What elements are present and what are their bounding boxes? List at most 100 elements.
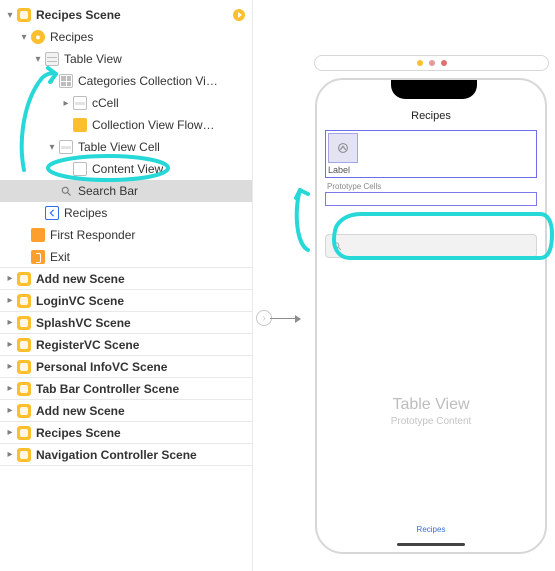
scene-icon [16,293,32,309]
exit-icon [30,249,46,265]
scene-icon [16,447,32,463]
scene-header-recipes[interactable]: ▾ Recipes Scene [0,4,252,26]
scene-icon [16,271,32,287]
goto-icon[interactable] [232,8,246,22]
scene-title: SplashVC Scene [36,316,246,330]
cell-label: Label [328,165,350,175]
disclosure-icon[interactable]: ▸ [4,361,16,372]
prototype-cell[interactable] [328,133,358,163]
scene-title: LoginVC Scene [36,294,246,308]
item-label: Categories Collection Vi… [78,74,246,88]
disclosure-icon[interactable]: ▾ [46,142,58,153]
scene-header[interactable]: ▸ Add new Scene [0,268,252,290]
disclosure-icon[interactable]: ▸ [4,295,16,306]
disclosure-icon[interactable]: ▸ [4,405,16,416]
tableview-prototype-cell[interactable] [325,192,537,206]
scene-title: RegisterVC Scene [36,338,246,352]
image-placeholder-icon [336,141,350,155]
item-label: First Responder [50,228,246,242]
disclosure-icon[interactable]: ▾ [4,10,16,21]
scene-header[interactable]: ▸ Tab Bar Controller Scene [0,378,252,400]
item-label: Table View Cell [78,140,246,154]
collection-prototype[interactable]: Label [325,130,537,178]
item-label: Exit [50,250,246,264]
cell-icon [58,139,74,155]
scene-icon [16,403,32,419]
scene-header[interactable]: ▸ Personal InfoVC Scene [0,356,252,378]
scene-title: Tab Bar Controller Scene [36,382,246,396]
item-label: Table View [64,52,246,66]
disclosure-icon[interactable]: ▾ [32,54,44,65]
notch-icon [391,79,477,99]
view-icon [72,161,88,177]
responder-icon [30,227,46,243]
scene-header[interactable]: ▸ Add new Scene [0,400,252,422]
storyboard-canvas[interactable]: › Recipes Label Prototype Cells Table Vi… [252,0,555,571]
scene-icon [16,425,32,441]
outline-item-first-responder[interactable]: ▸ First Responder [0,224,252,246]
table-icon [44,51,60,67]
back-icon [44,205,60,221]
scene-title: Navigation Controller Scene [36,448,246,462]
cell-icon [72,95,88,111]
scene-title: Recipes Scene [36,426,246,440]
viewcontroller-icon: ● [30,29,46,45]
prototype-caption: Prototype Cells [327,182,381,191]
scene-icon [16,337,32,353]
disclosure-icon[interactable]: ▸ [60,98,72,109]
scene-icon [16,359,32,375]
scene-header[interactable]: ▸ LoginVC Scene [0,290,252,312]
item-label: Content View [92,162,246,176]
disclosure-icon[interactable]: ▸ [4,317,16,328]
item-label: Search Bar [78,184,246,198]
disclosure-icon[interactable]: ▸ [4,273,16,284]
scene-header[interactable]: ▸ Navigation Controller Scene [0,444,252,466]
outline-item-recipes-vc[interactable]: ▾ ● Recipes [0,26,252,48]
disclosure-icon[interactable]: ▸ [4,339,16,350]
disclosure-icon[interactable]: ▾ [46,76,58,87]
segue-arrow-icon: › [256,310,300,326]
item-label: Collection View Flow… [92,118,246,132]
outline-item-tableviewcell[interactable]: ▾ Table View Cell [0,136,252,158]
scene-title: Add new Scene [36,272,246,286]
scene-header[interactable]: ▸ RegisterVC Scene [0,334,252,356]
outline-item-categories-collection[interactable]: ▾ Categories Collection Vi… [0,70,252,92]
tableview-title: Table View [317,396,545,414]
outline-item-flow-layout[interactable]: ▸ Collection View Flow… [0,114,252,136]
toolbar-dot-icon [417,60,423,66]
item-label: cCell [92,96,246,110]
toolbar-dot-icon [429,60,435,66]
scene-icon [16,315,32,331]
scene-toolbar[interactable] [314,55,549,71]
search-icon [58,183,74,199]
outline-item-exit[interactable]: ▸ Exit [0,246,252,268]
outline-item-contentview[interactable]: ▸ Content View [0,158,252,180]
scene-header[interactable]: ▸ Recipes Scene [0,422,252,444]
disclosure-icon[interactable]: ▸ [4,383,16,394]
outline-item-ccell[interactable]: ▸ cCell [0,92,252,114]
nav-title: Recipes [317,110,545,122]
device-preview[interactable]: Recipes Label Prototype Cells Table View… [315,78,547,554]
disclosure-icon[interactable]: ▾ [18,32,30,43]
home-indicator-icon [397,543,465,546]
outline-item-searchbar[interactable]: ▸ Search Bar [0,180,252,202]
outline-item-tableview[interactable]: ▾ Table View [0,48,252,70]
disclosure-icon[interactable]: ▸ [4,449,16,460]
tableview-subtitle: Prototype Content [317,416,545,427]
disclosure-icon[interactable]: ▸ [4,427,16,438]
document-outline: ▾ Recipes Scene ▾ ● Recipes ▾ Table View… [0,0,252,571]
item-label: Recipes [50,30,246,44]
scene-title: Personal InfoVC Scene [36,360,246,374]
collection-icon [58,73,74,89]
toolbar-dot-icon [441,60,447,66]
search-icon [332,241,342,251]
tabbar-label: Recipes [317,525,545,534]
scene-icon [16,7,32,23]
outline-item-navitem-recipes[interactable]: ▸ Recipes [0,202,252,224]
search-bar[interactable] [325,234,537,258]
scene-header[interactable]: ▸ SplashVC Scene [0,312,252,334]
scene-title: Recipes Scene [36,8,232,22]
flow-icon [72,117,88,133]
scene-icon [16,381,32,397]
item-label: Recipes [64,206,246,220]
